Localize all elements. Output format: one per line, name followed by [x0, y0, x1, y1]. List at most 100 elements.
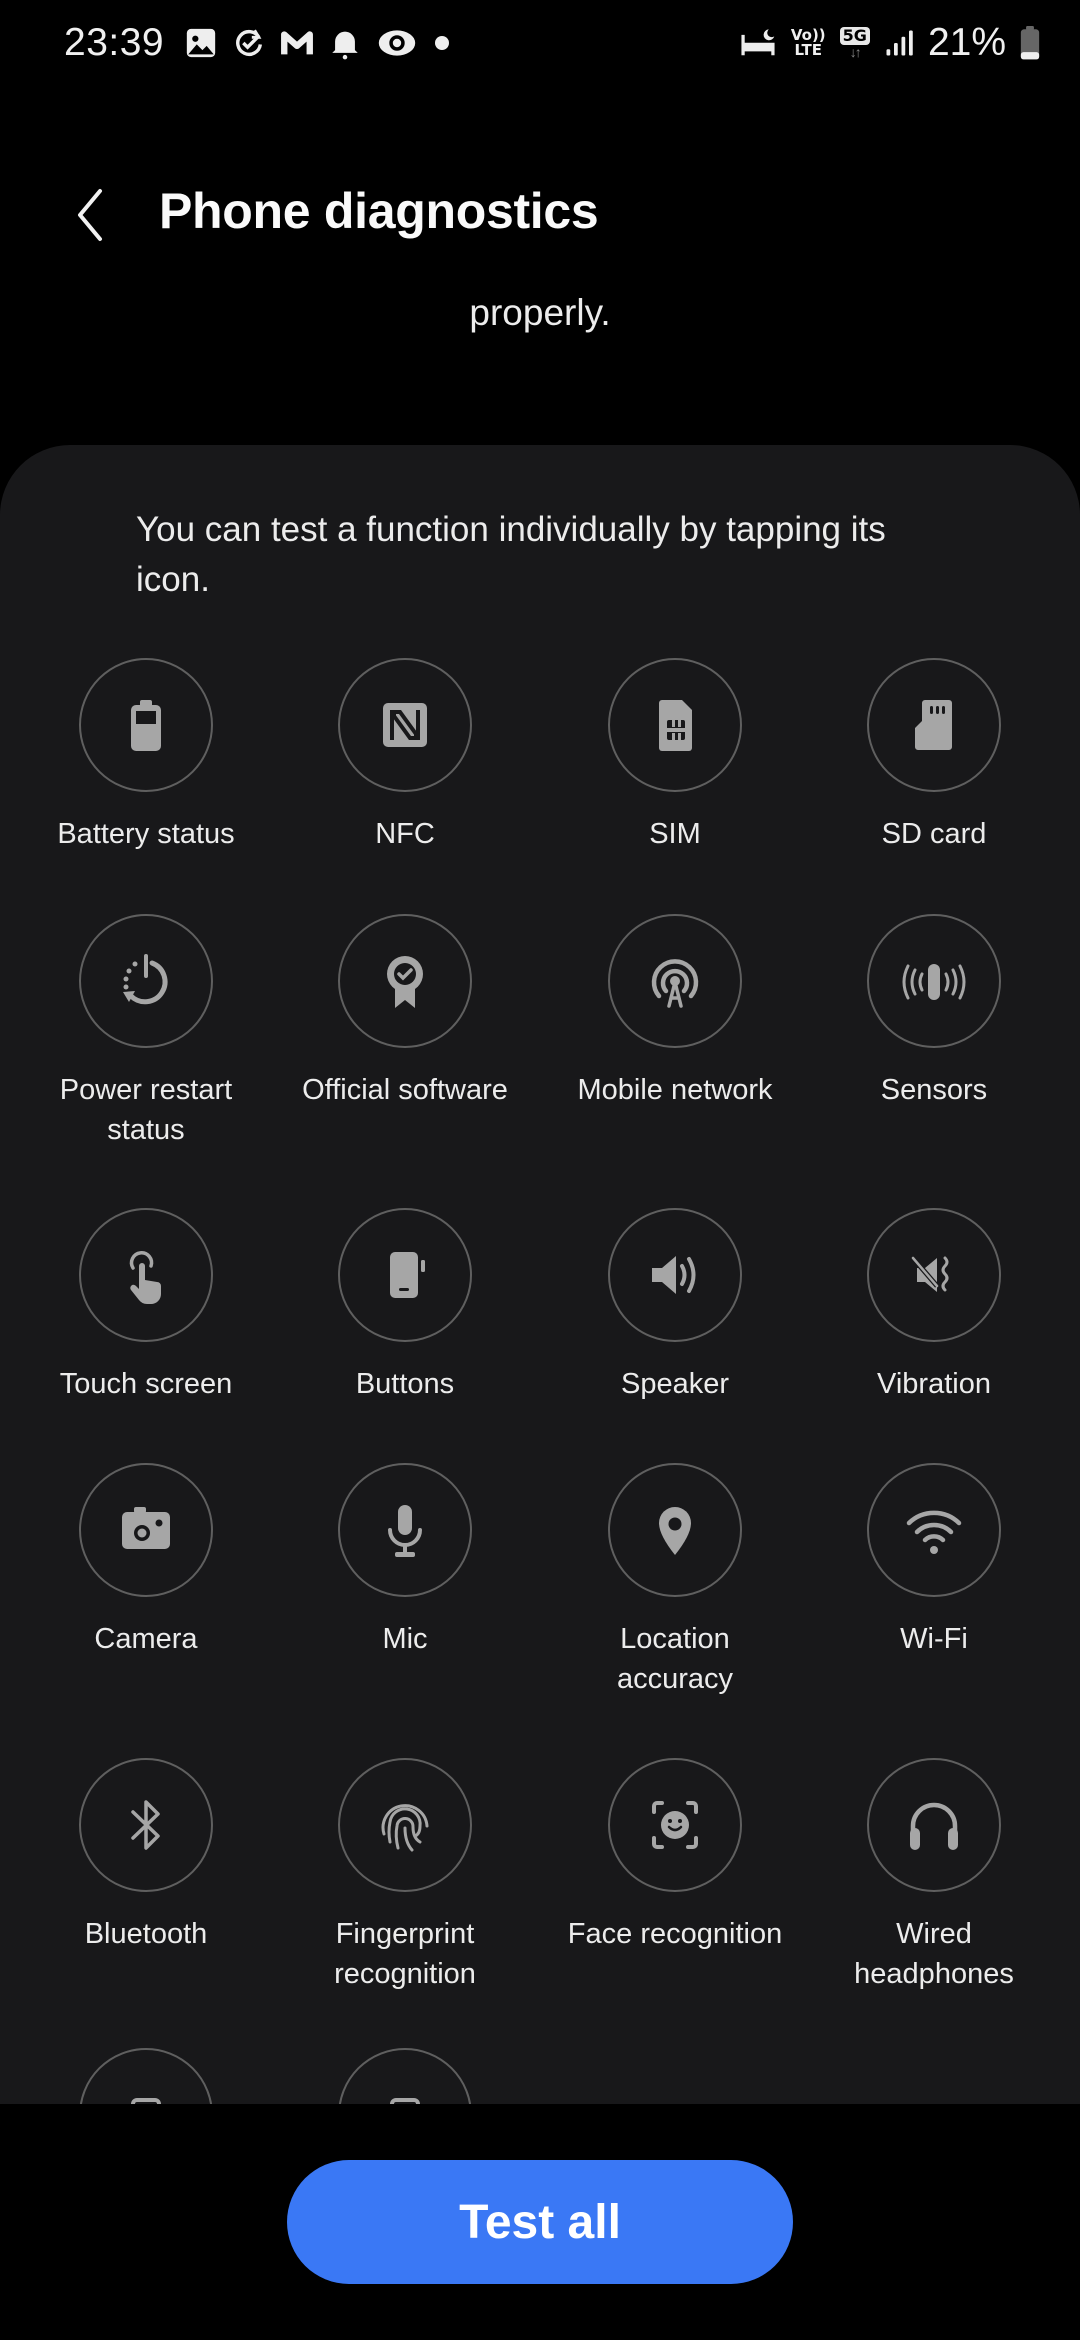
- test-item-bluetooth[interactable]: Bluetooth: [16, 1758, 276, 1954]
- test-item-fingerprint-recognition[interactable]: Fingerprint recognition: [275, 1758, 535, 1994]
- test-item-circle[interactable]: [867, 1463, 1001, 1597]
- partially-hidden-icon: [390, 2098, 420, 2105]
- app-header: Phone diagnostics: [0, 170, 1080, 260]
- test-item-circle[interactable]: [338, 658, 472, 792]
- test-item-vibration[interactable]: Vibration: [804, 1208, 1064, 1404]
- status-bar-left: 23:39: [64, 18, 452, 68]
- test-item-circle[interactable]: [338, 1208, 472, 1342]
- test-item-circle[interactable]: [608, 1758, 742, 1892]
- test-item-circle[interactable]: [79, 1208, 213, 1342]
- test-item-label: NFC: [375, 818, 435, 850]
- test-item-circle[interactable]: [338, 914, 472, 1048]
- sleep-mode-icon: [739, 26, 777, 60]
- test-item-location-accuracy[interactable]: Location accuracy: [545, 1463, 805, 1699]
- test-item-circle[interactable]: [608, 914, 742, 1048]
- test-item-circle[interactable]: [608, 1463, 742, 1597]
- test-item-label: Official software: [302, 1074, 508, 1106]
- battery-icon: [131, 700, 161, 751]
- diagnostics-card: You can test a function individually by …: [0, 445, 1080, 2105]
- test-item-wired-headphones[interactable]: Wired headphones: [804, 1758, 1064, 1994]
- vibration-icon: [911, 1256, 949, 1292]
- battery-percent: 21%: [927, 21, 1006, 64]
- test-item-circle[interactable]: [79, 658, 213, 792]
- test-item-sim[interactable]: SIM: [545, 658, 805, 854]
- back-button[interactable]: [60, 180, 120, 250]
- test-item-circle[interactable]: [867, 658, 1001, 792]
- speaker-icon: [652, 1256, 696, 1294]
- test-item-circle[interactable]: [79, 1463, 213, 1597]
- camera-icon: [122, 1507, 170, 1549]
- test-item-buttons[interactable]: Buttons: [275, 1208, 535, 1404]
- test-item-camera[interactable]: Camera: [16, 1463, 276, 1659]
- test-item-hidden-20[interactable]: [16, 2048, 276, 2105]
- phone-buttons-icon: [390, 1252, 425, 1298]
- wifi-icon: [906, 1510, 962, 1554]
- test-item-power-restart-status[interactable]: Power restart status: [16, 914, 276, 1150]
- test-item-circle[interactable]: [79, 1758, 213, 1892]
- test-item-speaker[interactable]: Speaker: [545, 1208, 805, 1404]
- status-bar-right: Vo)) LTE 5G ↓↑ 21%: [739, 18, 1040, 68]
- face-recognition-icon: [652, 1801, 698, 1849]
- volte-icon: Vo)) LTE: [790, 26, 826, 59]
- fingerprint-icon: [381, 1804, 429, 1852]
- test-item-circle[interactable]: [338, 1463, 472, 1597]
- test-item-mobile-network[interactable]: Mobile network: [545, 914, 805, 1110]
- test-item-circle[interactable]: [608, 658, 742, 792]
- chevron-left-icon: [78, 189, 102, 241]
- test-item-label: Wired headphones: [854, 1918, 1014, 1990]
- test-item-label: Bluetooth: [84, 1918, 208, 1950]
- test-item-hidden-21[interactable]: [275, 2048, 535, 2105]
- test-item-label: Location accuracy: [616, 1623, 734, 1695]
- nfc-icon: [383, 703, 427, 747]
- test-item-label: Fingerprint recognition: [334, 1918, 476, 1990]
- test-item-label: Camera: [94, 1623, 198, 1655]
- 5g-icon: 5G ↓↑: [839, 27, 870, 59]
- test-item-circle[interactable]: [867, 1208, 1001, 1342]
- notification-bell-icon: [328, 26, 362, 60]
- test-item-circle[interactable]: [608, 1208, 742, 1342]
- clock: 23:39: [64, 21, 165, 64]
- gallery-icon: [184, 26, 218, 60]
- touch-hand-icon: [129, 1251, 161, 1304]
- intro-text: You can test a function individually by …: [136, 510, 886, 599]
- partially-hidden-icon: [131, 2098, 161, 2105]
- certified-badge-icon: [387, 956, 423, 1008]
- headphones-icon: [910, 1802, 958, 1850]
- test-item-wi-fi[interactable]: Wi-Fi: [804, 1463, 1064, 1659]
- page-title: Phone diagnostics: [159, 183, 599, 239]
- description-tail: properly.: [469, 292, 611, 333]
- more-notifications-dot-icon: [432, 26, 452, 60]
- test-item-label: Battery status: [57, 818, 235, 850]
- test-item-sd-card[interactable]: SD card: [804, 658, 1064, 854]
- test-item-circle[interactable]: [867, 1758, 1001, 1892]
- test-item-label: Mobile network: [577, 1074, 773, 1106]
- test-item-face-recognition[interactable]: Face recognition: [545, 1758, 805, 1954]
- test-item-circle[interactable]: [867, 914, 1001, 1048]
- test-item-label: SD card: [881, 818, 987, 850]
- test-item-sensors[interactable]: Sensors: [804, 914, 1064, 1110]
- test-item-circle[interactable]: [79, 2048, 213, 2105]
- test-item-label: Mic: [382, 1623, 428, 1655]
- test-item-label: Power restart status: [59, 1074, 233, 1146]
- test-item-nfc[interactable]: NFC: [275, 658, 535, 854]
- test-item-mic[interactable]: Mic: [275, 1463, 535, 1659]
- bottom-bar: Test all: [0, 2104, 1080, 2340]
- test-item-circle[interactable]: [338, 2048, 472, 2105]
- test-item-battery-status[interactable]: Battery status: [16, 658, 276, 854]
- test-all-button[interactable]: Test all: [287, 2160, 793, 2284]
- signal-icon: [884, 26, 914, 60]
- location-pin-icon: [659, 1507, 691, 1555]
- status-bar: 23:39 Vo)) LTE 5G ↓↑ 21%: [0, 0, 1080, 90]
- sensors-icon: [902, 964, 966, 1000]
- antenna-icon: [651, 959, 699, 1008]
- test-item-circle[interactable]: [338, 1758, 472, 1892]
- app-eye-icon: [376, 26, 418, 60]
- task-check-icon: [232, 26, 266, 60]
- test-item-official-software[interactable]: Official software: [275, 914, 535, 1110]
- test-item-label: Touch screen: [59, 1368, 233, 1400]
- sd-card-icon: [915, 700, 952, 750]
- test-item-label: Buttons: [355, 1368, 455, 1400]
- test-item-label: Sensors: [880, 1074, 988, 1106]
- test-item-circle[interactable]: [79, 914, 213, 1048]
- test-item-touch-screen[interactable]: Touch screen: [16, 1208, 276, 1404]
